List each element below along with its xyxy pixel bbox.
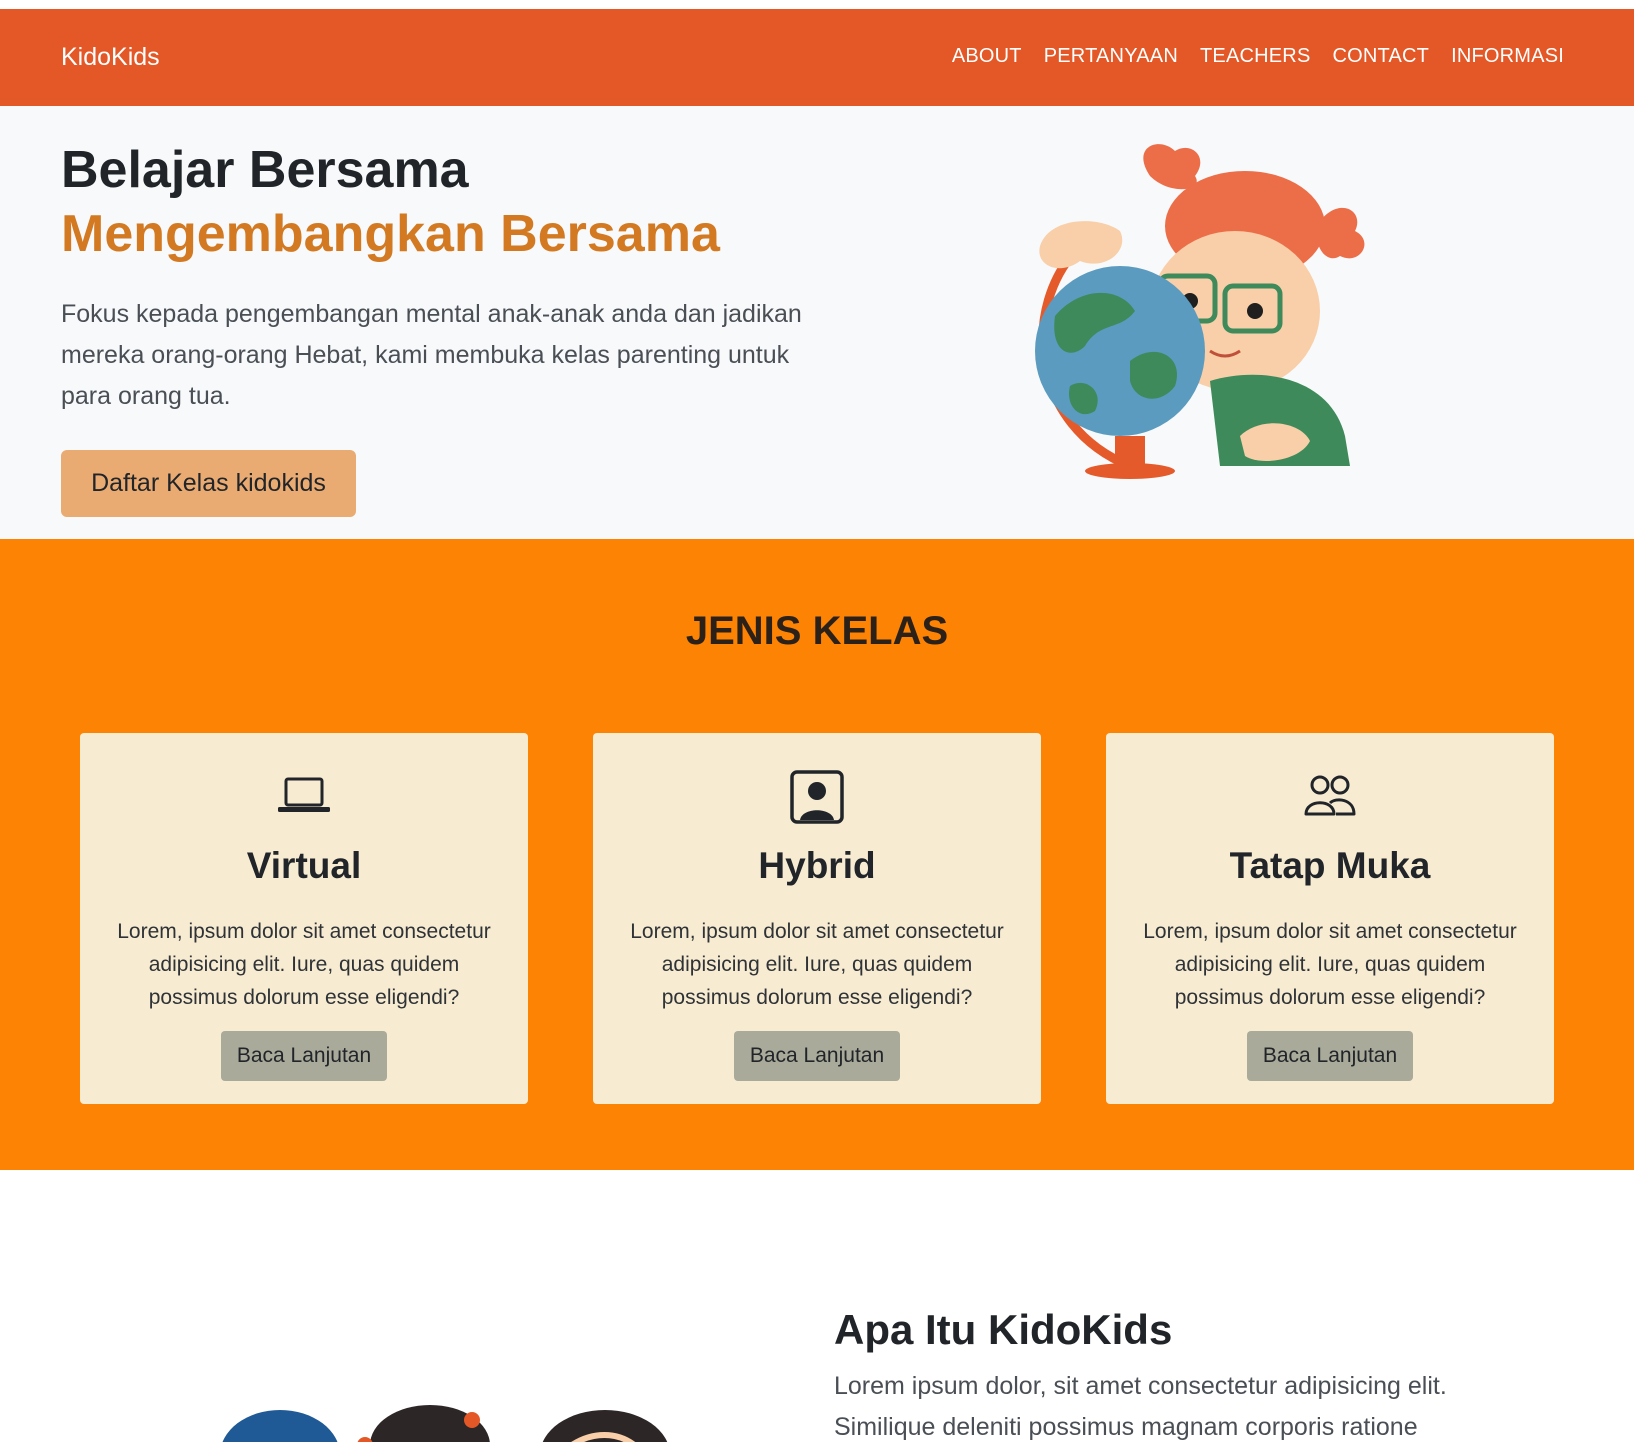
class-types-title: JENIS KELAS	[685, 609, 949, 653]
class-card-hybrid: Hybrid Lorem, ipsum dolor sit amet conse…	[593, 733, 1041, 1104]
about-section: Apa Itu KidoKids Lorem ipsum dolor, sit …	[0, 1170, 1634, 1442]
people-icon	[1304, 775, 1356, 816]
hero-description: Fokus kepada pengembangan mental anak-an…	[61, 300, 802, 410]
laptop-icon	[278, 777, 330, 812]
person-square-icon	[790, 770, 844, 824]
class-card-virtual: Virtual Lorem, ipsum dolor sit amet cons…	[80, 733, 528, 1104]
card-title: Hybrid	[758, 845, 876, 886]
nav-links: ABOUT PERTANYAAN TEACHERS CONTACT INFORM…	[952, 45, 1564, 68]
class-card-tatap-muka: Tatap Muka Lorem, ipsum dolor sit amet c…	[1106, 733, 1554, 1104]
card-description: Lorem, ipsum dolor sit amet consectetur …	[630, 920, 1004, 1009]
brand-logo[interactable]: KidoKids	[61, 43, 160, 72]
card-title: Virtual	[246, 845, 362, 886]
register-class-button[interactable]: Daftar Kelas kidokids	[61, 450, 356, 517]
class-types-section: JENIS KELAS Virtual Lorem, ipsum dolor s…	[0, 539, 1634, 1170]
about-description: Lorem ipsum dolor, sit amet consectetur …	[834, 1372, 1447, 1441]
child-with-globe-illustration	[1035, 144, 1365, 479]
nav-link-pertanyaan[interactable]: PERTANYAAN	[1044, 45, 1178, 68]
nav-link-contact[interactable]: CONTACT	[1333, 45, 1430, 68]
children-illustration	[222, 1405, 668, 1442]
hero-subtitle: Mengembangkan Bersama	[61, 205, 720, 263]
read-more-button[interactable]: Baca Lanjutan	[221, 1031, 387, 1081]
card-description: Lorem, ipsum dolor sit amet consectetur …	[117, 920, 491, 1009]
card-description: Lorem, ipsum dolor sit amet consectetur …	[1143, 920, 1517, 1009]
read-more-button[interactable]: Baca Lanjutan	[1247, 1031, 1413, 1081]
hero-section: Belajar Bersama Mengembangkan Bersama Fo…	[0, 106, 1634, 539]
nav-link-about[interactable]: ABOUT	[952, 45, 1022, 68]
read-more-button[interactable]: Baca Lanjutan	[734, 1031, 900, 1081]
navbar: KidoKids ABOUT PERTANYAAN TEACHERS CONTA…	[0, 9, 1634, 106]
nav-link-informasi[interactable]: INFORMASI	[1451, 45, 1564, 68]
hero-title: Belajar Bersama	[61, 141, 469, 199]
nav-link-teachers[interactable]: TEACHERS	[1200, 45, 1311, 68]
about-title: Apa Itu KidoKids	[834, 1306, 1173, 1353]
top-strip	[0, 0, 1634, 9]
card-title: Tatap Muka	[1229, 845, 1431, 886]
